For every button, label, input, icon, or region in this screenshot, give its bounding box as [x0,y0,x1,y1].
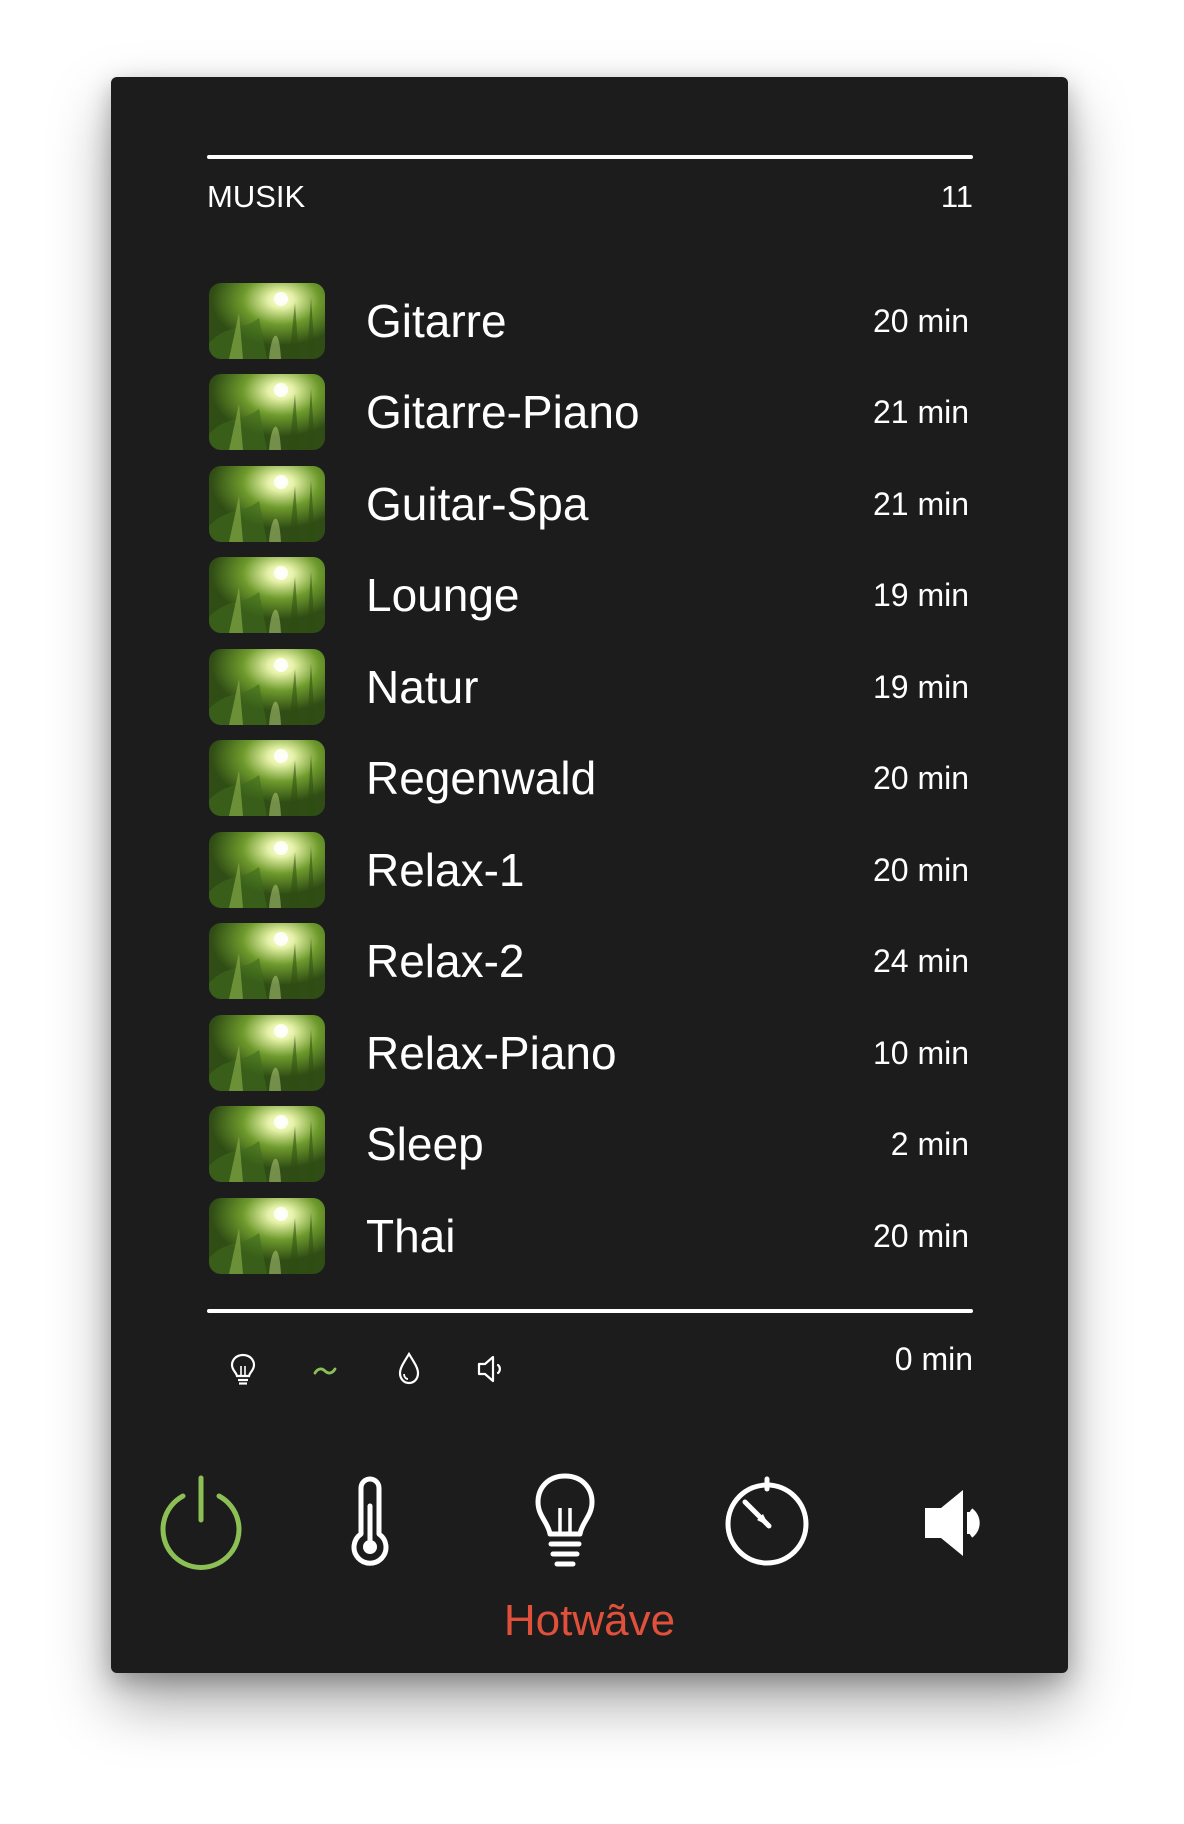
track-thumbnail [209,1198,325,1274]
track-thumbnail [209,923,325,999]
track-name: Natur [366,661,479,713]
status-row: 0 min [207,1339,973,1399]
brand-logo: Hotwãve [503,1596,676,1645]
track-thumbnail [209,466,325,542]
track-name: Lounge [366,569,520,621]
track-item[interactable]: Relax-2 24 min [209,923,971,999]
thermometer-button[interactable] [320,1472,420,1572]
track-name: Gitarre [366,295,507,347]
track-name: Relax-2 [366,935,525,987]
control-bar [111,1472,1068,1572]
volume-button[interactable] [911,1472,1011,1572]
track-name: Relax-1 [366,844,525,896]
track-item[interactable]: Gitarre-Piano 21 min [209,374,971,450]
track-duration: 19 min [872,669,969,705]
track-duration: 20 min [872,1218,969,1254]
track-thumbnail [209,923,325,999]
track-item[interactable]: Lounge 19 min [209,557,971,633]
track-duration: 21 min [872,394,969,430]
track-name: Relax-Piano [366,1027,617,1079]
track-duration: 10 min [872,1035,969,1071]
track-thumbnail [209,1015,325,1091]
track-thumbnail [209,740,325,816]
track-list: Gitarre 20 min Gitarre-Piano 21 min Guitar… [209,283,971,1289]
track-thumbnail [209,557,325,633]
track-thumbnail [209,832,325,908]
track-thumbnail [209,649,325,725]
track-duration: 21 min [872,486,969,522]
track-thumbnail [209,374,325,450]
track-thumbnail [209,283,325,359]
track-name: Gitarre-Piano [366,386,640,438]
music-panel: MUSIK 11 Gitarre 20 min Gitarre-Piano 21 m… [111,77,1068,1673]
track-thumbnail [209,832,325,908]
water-drop-icon [398,1351,420,1385]
playlist-title: MUSIK [207,179,306,214]
light-bulb-button[interactable] [515,1472,615,1572]
track-thumbnail [209,1198,325,1274]
track-thumbnail [209,466,325,542]
track-item[interactable]: Natur 19 min [209,649,971,725]
track-thumbnail [209,1106,325,1182]
speaker-icon [477,1355,501,1383]
track-duration: 20 min [872,303,969,339]
track-thumbnail [209,1015,325,1091]
top-divider [207,155,973,159]
track-item[interactable]: Relax-Piano 10 min [209,1015,971,1091]
track-item[interactable]: Guitar-Spa 21 min [209,466,971,542]
track-thumbnail [209,283,325,359]
wave-icon [313,1367,337,1375]
playlist-header: MUSIK 11 [207,179,973,219]
track-thumbnail [209,374,325,450]
track-thumbnail [209,557,325,633]
track-duration: 2 min [890,1126,969,1162]
track-item[interactable]: Relax-1 20 min [209,832,971,908]
track-thumbnail [209,1106,325,1182]
light-bulb-icon [230,1353,256,1385]
track-duration: 20 min [872,852,969,888]
track-thumbnail [209,649,325,725]
track-name: Sleep [366,1118,484,1170]
track-duration: 24 min [872,943,969,979]
track-duration: 20 min [872,760,969,796]
track-name: Regenwald [366,752,597,804]
power-button[interactable] [151,1472,251,1572]
elapsed-time: 0 min [894,1341,973,1377]
track-thumbnail [209,740,325,816]
bottom-divider [207,1309,973,1313]
playlist-count: 11 [940,179,973,214]
track-item[interactable]: Thai 20 min [209,1198,971,1274]
track-item[interactable]: Gitarre 20 min [209,283,971,359]
track-name: Thai [366,1210,456,1262]
track-duration: 19 min [872,577,969,613]
timer-button[interactable] [717,1472,817,1572]
track-item[interactable]: Regenwald 20 min [209,740,971,816]
track-item[interactable]: Sleep 2 min [209,1106,971,1182]
track-name: Guitar-Spa [366,478,589,530]
